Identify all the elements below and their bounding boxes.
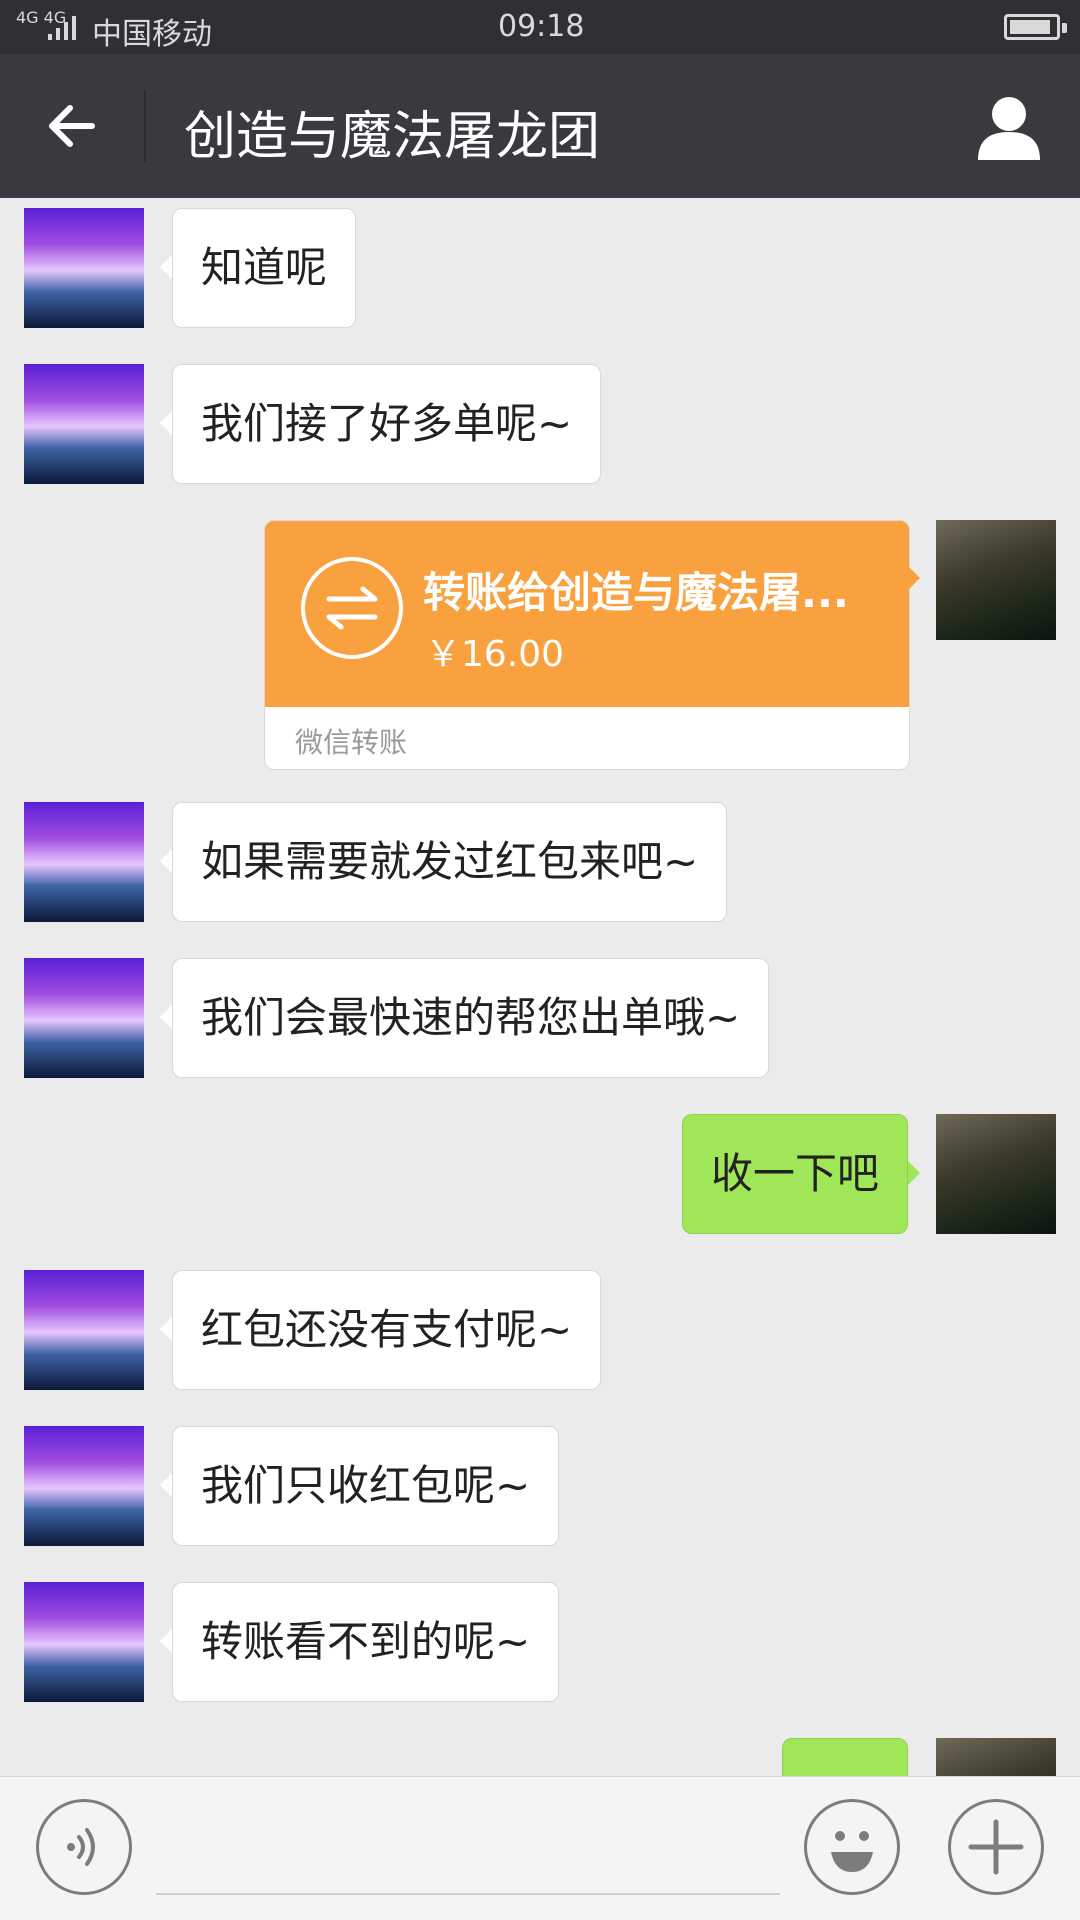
header-divider	[144, 90, 146, 162]
chat-header: 创造与魔法屠龙团	[0, 54, 1080, 198]
avatar[interactable]	[24, 958, 144, 1078]
battery-icon	[1004, 14, 1067, 40]
smiley-icon[interactable]	[804, 1799, 900, 1895]
avatar[interactable]	[24, 1426, 144, 1546]
status-bar: 4G 4G 中国移动 09:18	[0, 0, 1080, 54]
avatar[interactable]	[936, 1738, 1056, 1776]
chat-list[interactable]: 知道呢 我们接了好多单呢~ 转账给创造与魔法屠... ￥16.00 微信转账 如…	[0, 198, 1080, 1776]
message-bubble[interactable]: 我们只收红包呢~	[159, 1426, 560, 1546]
avatar[interactable]	[24, 1582, 144, 1702]
bubble-tail	[908, 566, 920, 590]
avatar[interactable]	[24, 802, 144, 922]
message-bubble[interactable]: 如果需要就发过红包来吧~	[159, 802, 728, 922]
arrow-left-icon[interactable]	[42, 94, 106, 158]
message-bubble[interactable]: 转账看不到的呢~	[159, 1582, 560, 1702]
message-bubble[interactable]: 收一下吧	[681, 1114, 921, 1234]
carrier-name: 中国移动	[92, 17, 212, 52]
person-icon[interactable]	[974, 92, 1044, 162]
message-bubble[interactable]: 红包还没有支付呢~	[159, 1270, 602, 1390]
transfer-title: 转账给创造与魔法屠...	[423, 568, 849, 617]
avatar[interactable]	[24, 364, 144, 484]
avatar[interactable]	[24, 1270, 144, 1390]
signal-bars-icon	[48, 16, 76, 40]
message-input[interactable]	[156, 1893, 780, 1895]
avatar[interactable]	[936, 520, 1056, 640]
plus-icon[interactable]	[948, 1799, 1044, 1895]
voice-icon[interactable]	[36, 1799, 132, 1895]
avatar[interactable]	[24, 208, 144, 328]
transfer-card[interactable]: 转账给创造与魔法屠... ￥16.00 微信转账	[264, 520, 910, 770]
message-bubble[interactable]	[782, 1738, 908, 1776]
message-bubble[interactable]: 我们接了好多单呢~	[159, 364, 602, 484]
transfer-arrows-icon	[301, 557, 403, 659]
chat-title: 创造与魔法屠龙团	[184, 107, 601, 167]
clock: 09:18	[498, 9, 585, 44]
avatar[interactable]	[936, 1114, 1056, 1234]
input-bar	[0, 1776, 1080, 1920]
message-bubble[interactable]: 知道呢	[159, 208, 357, 328]
transfer-footer: 微信转账	[295, 726, 408, 759]
message-bubble[interactable]: 我们会最快速的帮您出单哦~	[159, 958, 770, 1078]
transfer-amount: ￥16.00	[425, 634, 565, 675]
